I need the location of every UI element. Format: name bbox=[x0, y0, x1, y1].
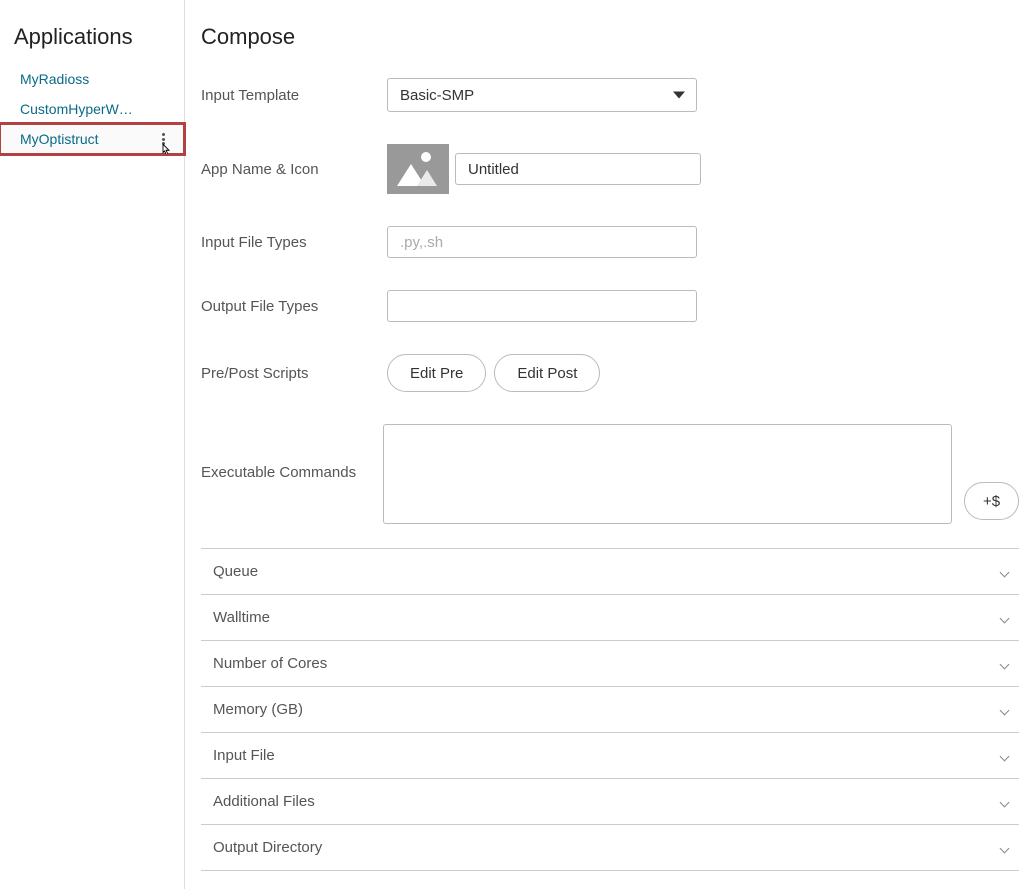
row-input-file-types: Input File Types bbox=[201, 226, 1019, 258]
row-app-name: App Name & Icon bbox=[201, 144, 1019, 194]
accordion: Queue Walltime Number of Cores Memory (G… bbox=[201, 548, 1019, 871]
app-icon-placeholder[interactable] bbox=[387, 144, 449, 194]
app-list: MyRadioss CustomHyperW… MyOptistruct bbox=[0, 64, 184, 154]
accordion-label: Additional Files bbox=[213, 793, 315, 810]
accordion-cores[interactable]: Number of Cores bbox=[201, 641, 1019, 687]
accordion-label: Input File bbox=[213, 747, 275, 764]
input-file-types-field[interactable] bbox=[387, 226, 697, 258]
chevron-down-icon bbox=[999, 567, 1009, 577]
sidebar-item-customhyperw[interactable]: CustomHyperW… bbox=[0, 94, 184, 124]
accordion-walltime[interactable]: Walltime bbox=[201, 595, 1019, 641]
accordion-label: Number of Cores bbox=[213, 655, 327, 672]
chevron-down-icon bbox=[999, 613, 1009, 623]
accordion-label: Memory (GB) bbox=[213, 701, 303, 718]
sidebar-item-myradioss[interactable]: MyRadioss bbox=[0, 64, 184, 94]
accordion-label: Queue bbox=[213, 563, 258, 580]
input-template-value: Basic-SMP bbox=[400, 87, 474, 104]
row-output-file-types: Output File Types bbox=[201, 290, 1019, 322]
sidebar-item-label: CustomHyperW… bbox=[20, 101, 133, 117]
accordion-input-file[interactable]: Input File bbox=[201, 733, 1019, 779]
accordion-additional-files[interactable]: Additional Files bbox=[201, 779, 1019, 825]
sidebar-item-label: MyRadioss bbox=[20, 71, 89, 87]
row-exec-cmds: Executable Commands +$ bbox=[201, 424, 1019, 524]
chevron-down-icon bbox=[999, 843, 1009, 853]
accordion-label: Output Directory bbox=[213, 839, 322, 856]
edit-post-button[interactable]: Edit Post bbox=[494, 354, 600, 392]
label-app-name: App Name & Icon bbox=[201, 161, 387, 178]
row-input-template: Input Template Basic-SMP bbox=[201, 78, 1019, 112]
label-output-file-types: Output File Types bbox=[201, 298, 387, 315]
exec-commands-field[interactable] bbox=[383, 424, 952, 524]
label-input-file-types: Input File Types bbox=[201, 234, 387, 251]
label-exec-cmds: Executable Commands bbox=[201, 424, 383, 481]
edit-pre-button[interactable]: Edit Pre bbox=[387, 354, 486, 392]
sidebar: Applications MyRadioss CustomHyperW… MyO… bbox=[0, 0, 185, 889]
input-template-select[interactable]: Basic-SMP bbox=[387, 78, 697, 112]
sidebar-item-label: MyOptistruct bbox=[20, 131, 99, 147]
chevron-down-icon bbox=[999, 797, 1009, 807]
sidebar-item-myoptistruct[interactable]: MyOptistruct bbox=[0, 124, 184, 154]
chevron-down-icon bbox=[999, 659, 1009, 669]
accordion-queue[interactable]: Queue bbox=[201, 549, 1019, 595]
app-name-input[interactable] bbox=[455, 153, 701, 185]
label-input-template: Input Template bbox=[201, 87, 387, 104]
pointer-cursor-icon bbox=[158, 142, 174, 154]
add-variable-button[interactable]: +$ bbox=[964, 482, 1019, 520]
row-pre-post: Pre/Post Scripts Edit Pre Edit Post bbox=[201, 354, 1019, 392]
output-file-types-field[interactable] bbox=[387, 290, 697, 322]
main-panel: Compose Input Template Basic-SMP App Nam… bbox=[185, 0, 1033, 889]
chevron-down-icon bbox=[999, 705, 1009, 715]
chevron-down-icon bbox=[673, 92, 685, 99]
accordion-memory[interactable]: Memory (GB) bbox=[201, 687, 1019, 733]
label-pre-post: Pre/Post Scripts bbox=[201, 365, 387, 382]
sidebar-title: Applications bbox=[0, 18, 184, 64]
page-title: Compose bbox=[201, 18, 1019, 78]
accordion-label: Walltime bbox=[213, 609, 270, 626]
image-icon bbox=[421, 152, 431, 162]
chevron-down-icon bbox=[999, 751, 1009, 761]
accordion-output-dir[interactable]: Output Directory bbox=[201, 825, 1019, 871]
